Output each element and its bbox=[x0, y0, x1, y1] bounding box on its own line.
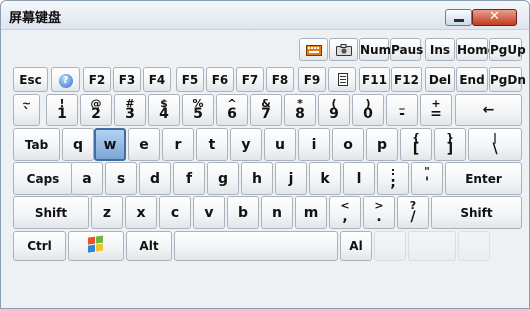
f7-key[interactable]: F7 bbox=[236, 67, 264, 92]
minimize-icon bbox=[454, 19, 464, 22]
d-key[interactable]: d bbox=[139, 162, 171, 195]
slash-key[interactable]: ? / bbox=[397, 196, 429, 229]
keyboard-icon bbox=[306, 45, 322, 56]
delete-key[interactable]: Del bbox=[425, 67, 455, 92]
k-key[interactable]: k bbox=[309, 162, 341, 195]
window-title: 屏幕键盘 bbox=[9, 11, 62, 26]
on-screen-keyboard-window: 屏幕键盘 ✕ Num Paus Ins Home PgUp Esc ? F2 F… bbox=[0, 0, 530, 309]
b-key[interactable]: b bbox=[227, 196, 259, 229]
f12-key[interactable]: F12 bbox=[391, 67, 422, 92]
insert-key[interactable]: Ins bbox=[425, 38, 455, 61]
u-key[interactable]: u bbox=[264, 128, 296, 161]
home-key[interactable]: Home bbox=[456, 38, 496, 61]
f8-key[interactable]: F8 bbox=[266, 67, 294, 92]
pause-key[interactable]: Paus bbox=[390, 38, 423, 61]
digit-7-key[interactable]: & 7 bbox=[250, 94, 282, 126]
title-bar: 屏幕键盘 ✕ bbox=[1, 1, 529, 30]
help-icon: ? bbox=[58, 73, 73, 88]
menu-key[interactable] bbox=[328, 67, 356, 92]
equals-key[interactable]: + = bbox=[420, 94, 452, 126]
semicolon-key[interactable]: :; bbox=[377, 162, 409, 195]
f9-key[interactable]: F9 bbox=[298, 67, 326, 92]
key-placeholder-3[interactable] bbox=[458, 231, 490, 261]
f11-key[interactable]: F11 bbox=[359, 67, 390, 92]
o-key[interactable]: o bbox=[332, 128, 364, 161]
backspace-key[interactable]: ← bbox=[455, 94, 522, 126]
digit-8-key[interactable]: * 8 bbox=[284, 94, 316, 126]
f4-key[interactable]: F4 bbox=[143, 67, 171, 92]
digit-2-key[interactable]: @2 bbox=[80, 94, 112, 126]
help-key[interactable]: ? bbox=[51, 67, 80, 92]
i-key[interactable]: i bbox=[298, 128, 330, 161]
f3-key[interactable]: F3 bbox=[113, 67, 141, 92]
h-key[interactable]: h bbox=[241, 162, 273, 195]
camera-icon bbox=[336, 44, 352, 56]
left-shift-key[interactable]: Shift bbox=[13, 196, 89, 229]
printscreen-key[interactable] bbox=[329, 38, 358, 61]
m-key[interactable]: m bbox=[295, 196, 327, 229]
numlock-key[interactable]: Num bbox=[359, 38, 391, 61]
minus-key[interactable]: _ - bbox=[386, 94, 418, 126]
backtick-key[interactable]: ~ ` bbox=[13, 94, 40, 126]
windows-logo-icon bbox=[88, 235, 104, 253]
digit-1-key[interactable]: ! 1 bbox=[46, 94, 78, 126]
x-key[interactable]: x bbox=[125, 196, 157, 229]
comma-key[interactable]: <, bbox=[329, 196, 361, 229]
keyboard-settings-button[interactable] bbox=[299, 38, 328, 61]
e-key[interactable]: e bbox=[128, 128, 160, 161]
j-key[interactable]: j bbox=[275, 162, 307, 195]
enter-key[interactable]: Enter bbox=[445, 162, 522, 195]
z-key[interactable]: z bbox=[91, 196, 123, 229]
digit-5-key[interactable]: % 5 bbox=[182, 94, 214, 126]
v-key[interactable]: v bbox=[193, 196, 225, 229]
left-bracket-key[interactable]: {[ bbox=[400, 128, 432, 161]
f-key[interactable]: f bbox=[173, 162, 205, 195]
c-key[interactable]: c bbox=[159, 196, 191, 229]
close-button[interactable]: ✕ bbox=[472, 9, 517, 26]
capslock-key[interactable]: Caps bbox=[13, 162, 73, 195]
right-shift-key[interactable]: Shift bbox=[431, 196, 522, 229]
close-icon: ✕ bbox=[489, 9, 500, 24]
s-key[interactable]: s bbox=[105, 162, 137, 195]
f6-key[interactable]: F6 bbox=[206, 67, 234, 92]
pageup-key[interactable]: PgUp bbox=[489, 38, 526, 61]
g-key[interactable]: g bbox=[207, 162, 239, 195]
l-key[interactable]: l bbox=[343, 162, 375, 195]
end-key[interactable]: End bbox=[456, 67, 488, 92]
pagedown-key[interactable]: PgDn bbox=[489, 67, 526, 92]
key-placeholder-1[interactable] bbox=[374, 231, 406, 261]
minimize-button[interactable] bbox=[445, 9, 472, 26]
backspace-arrow-icon: ← bbox=[482, 102, 495, 118]
a-key[interactable]: a bbox=[71, 162, 103, 195]
period-key[interactable]: >. bbox=[363, 196, 395, 229]
key-placeholder-2[interactable] bbox=[408, 231, 456, 261]
f2-key[interactable]: F2 bbox=[83, 67, 111, 92]
tab-key[interactable]: Tab bbox=[13, 128, 60, 161]
windows-key[interactable] bbox=[68, 231, 124, 261]
w-key[interactable]: w bbox=[94, 128, 126, 161]
digit-9-key[interactable]: (9 bbox=[318, 94, 350, 126]
q-key[interactable]: q bbox=[62, 128, 94, 161]
f5-key[interactable]: F5 bbox=[176, 67, 204, 92]
p-key[interactable]: p bbox=[366, 128, 398, 161]
spacebar-key[interactable] bbox=[174, 231, 338, 261]
backslash-key[interactable]: | \ bbox=[468, 128, 522, 161]
menu-icon bbox=[338, 73, 348, 86]
digit-0-key[interactable]: ) 0 bbox=[352, 94, 384, 126]
right-bracket-key[interactable]: }] bbox=[434, 128, 466, 161]
y-key[interactable]: y bbox=[230, 128, 262, 161]
quote-key[interactable]: " ' bbox=[411, 162, 443, 195]
esc-key[interactable]: Esc bbox=[13, 67, 48, 92]
right-alt-key[interactable]: Al bbox=[340, 231, 372, 261]
left-alt-key[interactable]: Alt bbox=[126, 231, 172, 261]
digit-6-key[interactable]: ^ 6 bbox=[216, 94, 248, 126]
digit-4-key[interactable]: $4 bbox=[148, 94, 180, 126]
keyboard-body: Num Paus Ins Home PgUp Esc ? F2 F3 F4 F5… bbox=[4, 34, 526, 306]
n-key[interactable]: n bbox=[261, 196, 293, 229]
t-key[interactable]: t bbox=[196, 128, 228, 161]
ctrl-key[interactable]: Ctrl bbox=[13, 231, 66, 261]
digit-3-key[interactable]: #3 bbox=[114, 94, 146, 126]
r-key[interactable]: r bbox=[162, 128, 194, 161]
